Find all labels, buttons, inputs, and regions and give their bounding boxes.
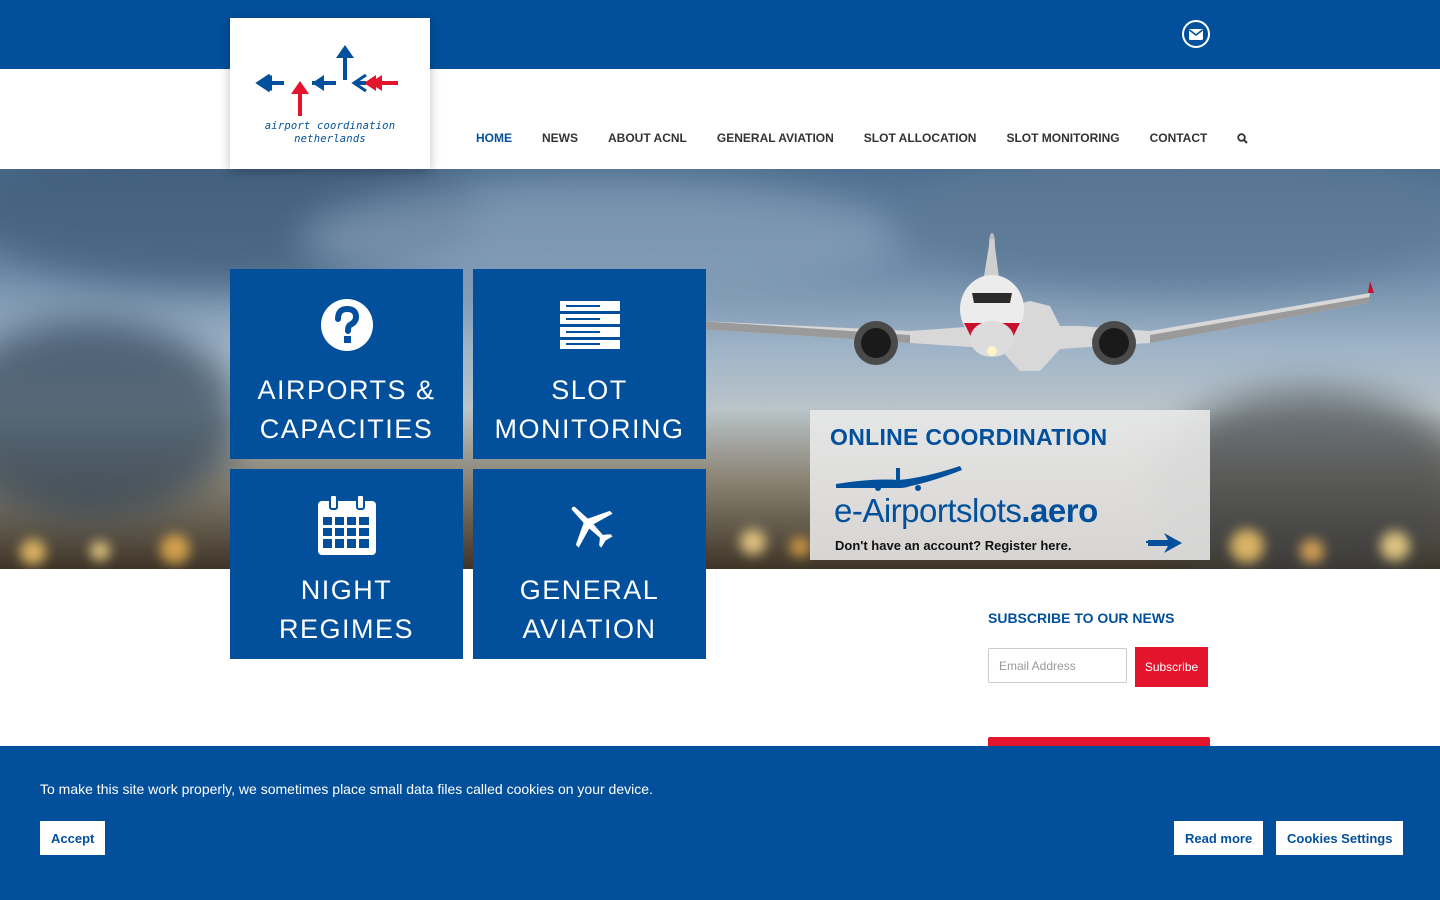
tile-title-line2: MONITORING bbox=[494, 414, 685, 444]
search-icon[interactable] bbox=[1237, 132, 1249, 144]
tile-night-regimes[interactable]: NIGHT REGIMES bbox=[230, 469, 463, 659]
tile-airports-capacities[interactable]: AIRPORTS & CAPACITIES bbox=[230, 269, 463, 459]
logo-arrows-graphic bbox=[255, 45, 398, 116]
nav-item-about-acnl[interactable]: ABOUT ACNL bbox=[608, 131, 687, 145]
accept-cookies-button[interactable]: Accept bbox=[40, 821, 106, 855]
e-airportslots-brand[interactable]: e-Airportslots.aero bbox=[834, 492, 1098, 530]
nav-item-general-aviation[interactable]: GENERAL AVIATION bbox=[717, 131, 834, 145]
site-logo[interactable]: airport coordination netherlands bbox=[230, 18, 430, 169]
online-coordination-title: ONLINE COORDINATION bbox=[830, 424, 1108, 450]
subscribe-title: SUBSCRIBE TO OUR NEWS bbox=[988, 610, 1175, 626]
nav-menu: HOME NEWS ABOUT ACNL GENERAL AVIATION SL… bbox=[476, 131, 1249, 145]
e-airportslots-prefix: e-Airportslots bbox=[834, 492, 1022, 529]
logo-text-line1: airport coordination bbox=[264, 120, 396, 132]
logo-text-line2: netherlands bbox=[294, 133, 366, 145]
email-address-input[interactable] bbox=[988, 648, 1127, 683]
arrow-right-icon[interactable] bbox=[1146, 531, 1184, 560]
plane-icon bbox=[564, 497, 616, 553]
nav-item-home[interactable]: HOME bbox=[476, 131, 512, 145]
tile-title-line1: AIRPORTS & bbox=[257, 375, 436, 405]
tile-title-line2: AVIATION bbox=[522, 614, 657, 644]
cookie-consent-bar: To make this site work properly, we some… bbox=[0, 746, 1440, 900]
tile-title-line2: CAPACITIES bbox=[259, 414, 434, 444]
register-link[interactable]: Don't have an account? Register here. bbox=[835, 538, 1071, 553]
server-list-icon bbox=[559, 297, 620, 353]
tile-title-line1: SLOT bbox=[551, 375, 628, 405]
online-coordination-panel: ONLINE COORDINATION e-Airportslots.aero … bbox=[810, 410, 1210, 560]
tile-title-line2: REGIMES bbox=[278, 614, 415, 644]
top-bar bbox=[0, 0, 1440, 69]
nav-item-slot-monitoring[interactable]: SLOT MONITORING bbox=[1006, 131, 1119, 145]
tile-title-line1: NIGHT bbox=[300, 575, 393, 605]
envelope-icon[interactable] bbox=[1182, 20, 1210, 48]
tile-slot-monitoring[interactable]: SLOT MONITORING bbox=[473, 269, 706, 459]
hero-banner bbox=[0, 169, 1440, 569]
read-more-button[interactable]: Read more bbox=[1174, 821, 1264, 855]
cookies-settings-button[interactable]: Cookies Settings bbox=[1276, 821, 1404, 855]
tile-title-line1: GENERAL bbox=[519, 575, 660, 605]
e-airportslots-suffix: .aero bbox=[1021, 492, 1098, 529]
cookie-message: To make this site work properly, we some… bbox=[40, 781, 653, 797]
nav-item-slot-allocation[interactable]: SLOT ALLOCATION bbox=[864, 131, 977, 145]
calendar-icon bbox=[317, 495, 376, 555]
nav-item-contact[interactable]: CONTACT bbox=[1150, 131, 1208, 145]
airplane-image bbox=[700, 233, 1374, 371]
question-circle-icon bbox=[320, 297, 374, 353]
subscribe-button[interactable]: Subscribe bbox=[1135, 647, 1208, 687]
main-navigation-bar bbox=[0, 69, 1440, 169]
e-airportslots-plane-logo bbox=[836, 466, 962, 491]
tile-general-aviation[interactable]: GENERAL AVIATION bbox=[473, 469, 706, 659]
nav-item-news[interactable]: NEWS bbox=[542, 131, 578, 145]
